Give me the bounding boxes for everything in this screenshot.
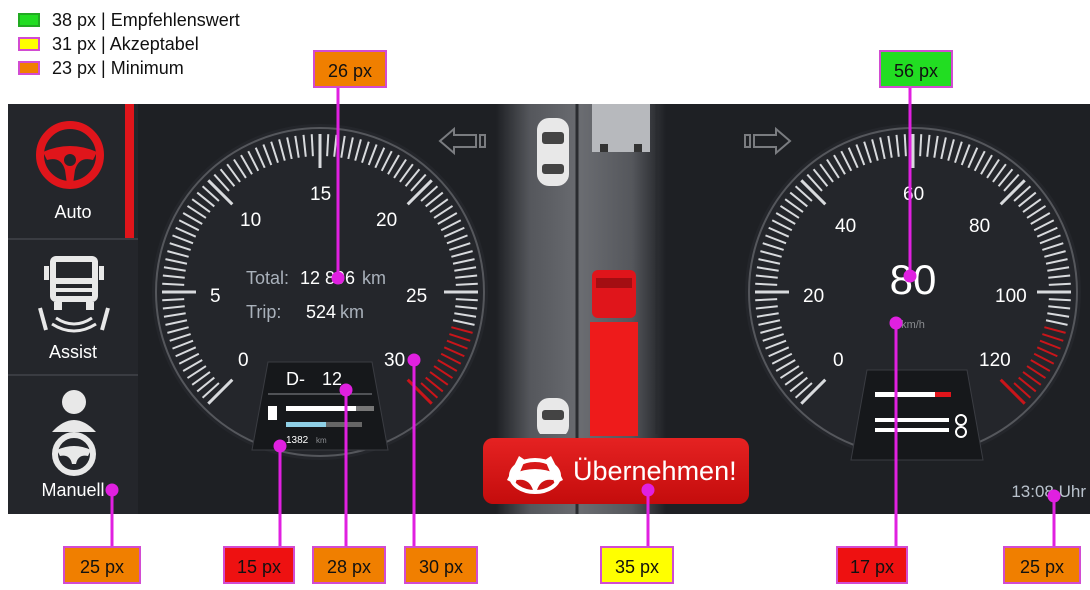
annotation-gear-size: 28 px: [312, 546, 386, 584]
gauge-tick: [310, 134, 314, 157]
tacho-tick-label: 25: [406, 286, 427, 307]
sidebar-item-auto[interactable]: Auto: [8, 104, 138, 240]
tachometer-gauge: 0 5 10 15 20 25 30 Total: 12 896 km Trip…: [152, 124, 488, 460]
speedo-tick-label: 100: [995, 286, 1027, 307]
tacho-tick-label: 15: [310, 184, 331, 205]
speedo-tick-label: 80: [969, 216, 990, 237]
legend-swatch-yellow: [18, 37, 40, 51]
gauge-tick: [903, 134, 907, 157]
annotation-manuell-size: 25 px: [63, 546, 141, 584]
clock: 13:08 Uhr: [1011, 482, 1086, 501]
legend-item-acceptable: 31 px | Akzeptabel: [18, 32, 240, 56]
gauge-tick: [162, 282, 185, 286]
sidebar-item-manuell[interactable]: Manuell: [8, 376, 138, 514]
gauge-tick: [162, 298, 185, 302]
legend-label: 31 px | Akzeptabel: [52, 33, 199, 54]
gear-value: 12: [322, 369, 342, 389]
annotation-tick-size: 30 px: [404, 546, 478, 584]
gauge-tick: [455, 298, 478, 302]
instrument-cluster: Auto Assist Manuell 0 5 10 15 20 25 30 T…: [8, 104, 1090, 514]
tacho-tick-label: 0: [238, 350, 249, 371]
sidebar-item-label: Assist: [48, 342, 97, 362]
speedo-tick-label: 20: [803, 286, 824, 307]
trip-label: Trip:: [246, 302, 281, 322]
tacho-tick-label: 5: [210, 286, 221, 307]
speed-value: 80: [890, 256, 937, 303]
gauge-tick: [1048, 282, 1071, 286]
active-indicator: [125, 104, 134, 238]
gauge-tick: [919, 134, 923, 157]
legend-item-recommended: 38 px | Empfehlenswert: [18, 8, 240, 32]
sidebar-item-label: Manuell: [41, 480, 105, 500]
tacho-tick-label: 10: [240, 210, 261, 231]
range-value: 1382: [286, 435, 309, 446]
hands-on-wheel-icon: [507, 456, 563, 494]
speedo-tick-label: 60: [903, 184, 924, 205]
speed-unit: km/h: [901, 319, 925, 331]
gauge-tick: [1048, 298, 1071, 302]
gauge-tick: [455, 282, 478, 286]
ego-truck-icon: [590, 270, 638, 436]
trip-value: 524: [306, 302, 336, 322]
legend-label: 38 px | Empfehlenswert: [52, 9, 240, 30]
takeover-label: Übernehmen!: [573, 455, 737, 486]
tacho-tick-label: 20: [376, 210, 397, 231]
speedo-tick-label: 40: [835, 216, 856, 237]
legend-swatch-orange: [18, 61, 40, 75]
legend-label: 23 px | Minimum: [52, 57, 184, 78]
total-unit: km: [362, 268, 386, 288]
car-behind-icon: [537, 398, 569, 434]
annotation-range-size: 15 px: [223, 546, 295, 584]
annotation-takeover-size: 35 px: [600, 546, 674, 584]
fuel-pump-icon: [268, 406, 277, 420]
trip-unit: km: [340, 302, 364, 322]
sidebar-item-assist[interactable]: Assist: [8, 240, 138, 376]
annotation-speed-size: 56 px: [879, 50, 953, 88]
annotation-unit-size: 17 px: [836, 546, 908, 584]
tacho-tick-label: 30: [384, 350, 405, 371]
gauge-tick: [755, 282, 778, 286]
total-value: 12 896: [300, 268, 355, 288]
sidebar-item-label: Auto: [54, 202, 92, 222]
total-label: Total:: [246, 268, 289, 288]
annotation-clock-size: 25 px: [1003, 546, 1081, 584]
gear-label: D-: [286, 369, 305, 389]
speedo-tick-label: 0: [833, 350, 844, 371]
legend-swatch-green: [18, 13, 40, 27]
legend: 38 px | Empfehlenswert 31 px | Akzeptabe…: [18, 8, 240, 80]
steering-wheel-icon: [36, 121, 104, 189]
range-unit: km: [316, 436, 327, 445]
takeover-button[interactable]: Übernehmen!: [483, 438, 749, 504]
speedometer-gauge: 0 20 40 60 80 100 120 80 km/h: [745, 124, 1081, 461]
gauge-tick: [755, 298, 778, 302]
truck-ahead-icon: [592, 104, 650, 152]
mode-sidebar: Auto Assist Manuell: [8, 104, 138, 514]
legend-item-minimum: 23 px | Minimum: [18, 56, 240, 80]
gauge-tick: [326, 134, 330, 157]
car-ahead-icon: [537, 118, 569, 186]
speedo-tick-label: 120: [979, 350, 1011, 371]
annotation-total-size: 26 px: [313, 50, 387, 88]
truck-assist-icon: [38, 256, 110, 333]
driver-manual-icon: [52, 390, 96, 476]
